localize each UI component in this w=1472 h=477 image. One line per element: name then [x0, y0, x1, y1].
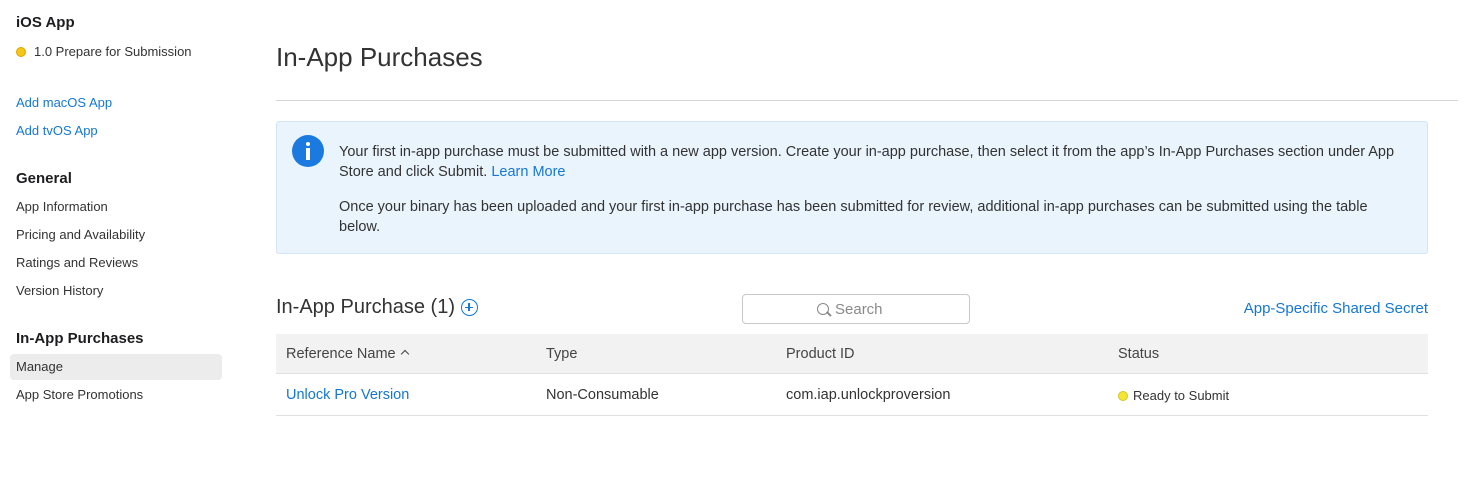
sidebar-item-pricing[interactable]: Pricing and Availability — [16, 227, 145, 242]
app-title: iOS App — [16, 14, 75, 31]
search-input[interactable] — [835, 300, 895, 318]
status-label: Ready to Submit — [1133, 388, 1230, 403]
status-cell: Ready to Submit — [1118, 388, 1229, 403]
sidebar-item-manage[interactable]: Manage — [16, 359, 63, 374]
add-tvos-app-link[interactable]: Add tvOS App — [16, 123, 98, 138]
column-label-reference-name: Reference Name — [286, 346, 396, 362]
type-cell: Non-Consumable — [546, 387, 659, 403]
sidebar: iOS App 1.0 Prepare for Submission Add m… — [0, 0, 232, 477]
sidebar-item-app-store-promotions[interactable]: App Store Promotions — [16, 387, 143, 402]
iap-heading: In-App Purchases — [16, 330, 144, 347]
sort-ascending-icon[interactable] — [400, 349, 409, 359]
column-header-reference-name[interactable]: Reference Name — [286, 346, 409, 362]
general-heading: General — [16, 170, 72, 187]
status-dot-icon — [16, 46, 26, 57]
add-iap-icon[interactable] — [460, 299, 478, 316]
section-title: In-App Purchase (1) — [276, 296, 478, 319]
learn-more-link[interactable]: Learn More — [491, 164, 565, 180]
table-row[interactable]: Unlock Pro Version Non-Consumable com.ia… — [276, 374, 1428, 416]
page-title: In-App Purchases — [276, 42, 483, 72]
sidebar-item-ratings[interactable]: Ratings and Reviews — [16, 255, 138, 270]
sidebar-item-version-history[interactable]: Version History — [16, 283, 103, 298]
column-header-type[interactable]: Type — [546, 346, 577, 362]
reference-name-link[interactable]: Unlock Pro Version — [286, 387, 409, 403]
version-status-item[interactable]: 1.0 Prepare for Submission — [16, 44, 192, 59]
version-label: 1.0 Prepare for Submission — [34, 44, 192, 59]
info-banner: Your first in-app purchase must be submi… — [276, 121, 1428, 254]
product-id-cell: com.iap.unlockproversion — [786, 387, 951, 403]
column-header-status[interactable]: Status — [1118, 346, 1159, 362]
table-header: Reference Name Type Product ID Status — [276, 334, 1428, 374]
shared-secret-link[interactable]: App-Specific Shared Secret — [1244, 300, 1428, 317]
column-header-product-id[interactable]: Product ID — [786, 346, 855, 362]
section-title-text: In-App Purchase (1) — [276, 296, 455, 318]
info-paragraph-2: Once your binary has been uploaded and y… — [339, 199, 1368, 235]
sidebar-item-app-information[interactable]: App Information — [16, 199, 108, 214]
info-icon — [292, 135, 324, 167]
info-paragraph-1: Your first in-app purchase must be submi… — [339, 142, 1409, 182]
search-box[interactable] — [742, 294, 970, 324]
search-icon — [817, 303, 829, 315]
add-macos-app-link[interactable]: Add macOS App — [16, 95, 112, 110]
title-divider — [276, 100, 1458, 101]
status-dot-icon — [1118, 390, 1128, 401]
